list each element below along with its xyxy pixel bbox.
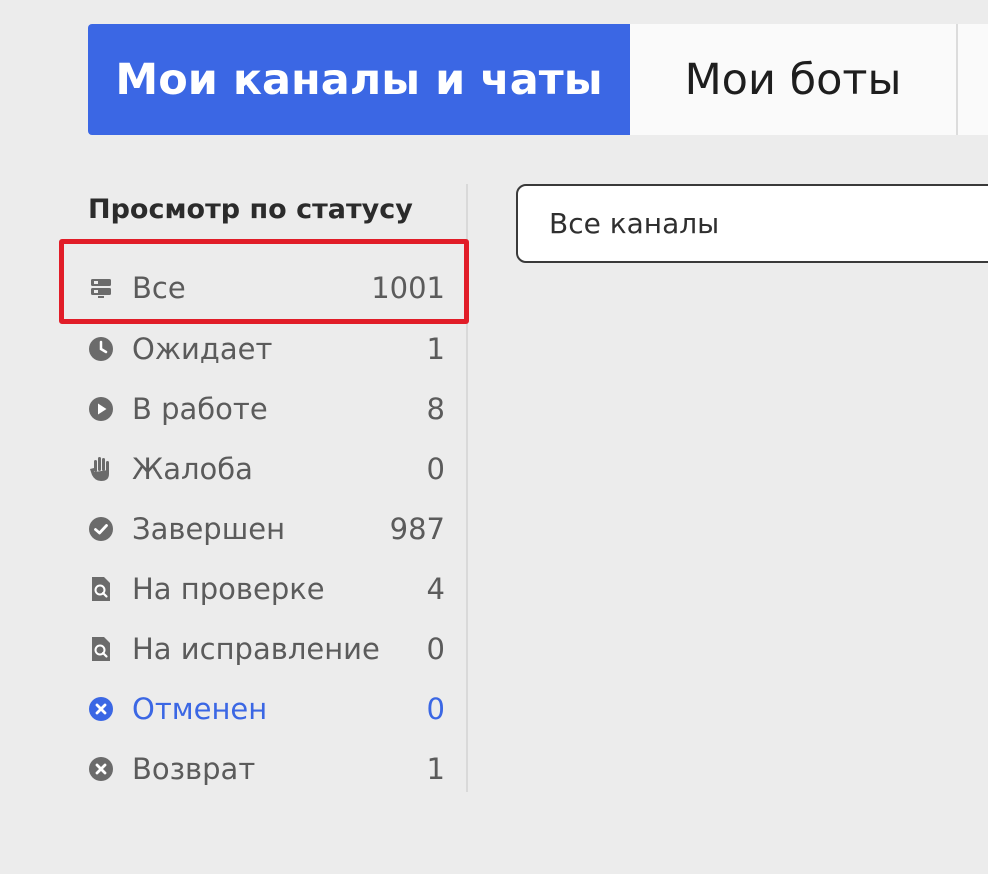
- play-icon: [88, 396, 114, 422]
- status-item-completed[interactable]: Завершен 987: [88, 507, 445, 551]
- status-label: Завершен: [132, 512, 286, 546]
- hand-icon: [88, 456, 114, 482]
- status-count: 1: [426, 752, 445, 786]
- x-circle-icon: [88, 696, 114, 722]
- status-label: Возврат: [132, 752, 256, 786]
- highlight-annotation: [59, 239, 469, 324]
- status-count: 4: [426, 572, 445, 606]
- status-label: Отменен: [132, 692, 268, 726]
- status-item-in-progress[interactable]: В работе 8: [88, 387, 445, 431]
- status-item-cancelled[interactable]: Отменен 0: [88, 687, 445, 731]
- channel-filter-value: Все каналы: [549, 207, 720, 240]
- document-search-icon: [88, 576, 114, 602]
- status-label: Ожидает: [132, 332, 273, 366]
- status-count: 0: [426, 632, 445, 666]
- check-circle-icon: [88, 516, 114, 542]
- x-circle-icon: [88, 756, 114, 782]
- status-item-waiting[interactable]: Ожидает 1: [88, 327, 445, 371]
- status-item-needs-fix[interactable]: На исправление 0: [88, 627, 445, 671]
- document-search-icon: [88, 636, 114, 662]
- status-label: На проверке: [132, 572, 325, 606]
- tab-bar: Мои каналы и чаты Мои боты: [88, 24, 988, 135]
- tab-next-partial[interactable]: [958, 24, 988, 135]
- channel-filter-select[interactable]: Все каналы: [516, 184, 988, 263]
- status-label: В работе: [132, 392, 268, 426]
- status-count: 0: [426, 452, 445, 486]
- status-item-complaint[interactable]: Жалоба 0: [88, 447, 445, 491]
- tab-my-bots[interactable]: Мои боты: [630, 24, 958, 135]
- status-count: 8: [426, 392, 445, 426]
- tab-my-channels-chats[interactable]: Мои каналы и чаты: [88, 24, 630, 135]
- status-item-under-review[interactable]: На проверке 4: [88, 567, 445, 611]
- status-count: 987: [389, 512, 445, 546]
- status-label: Жалоба: [132, 452, 253, 486]
- status-item-return[interactable]: Возврат 1: [88, 747, 445, 791]
- status-label: На исправление: [132, 632, 380, 666]
- status-count: 1: [426, 332, 445, 366]
- status-count: 0: [426, 692, 445, 726]
- clock-icon: [88, 336, 114, 362]
- sidebar-title: Просмотр по статусу: [88, 194, 413, 225]
